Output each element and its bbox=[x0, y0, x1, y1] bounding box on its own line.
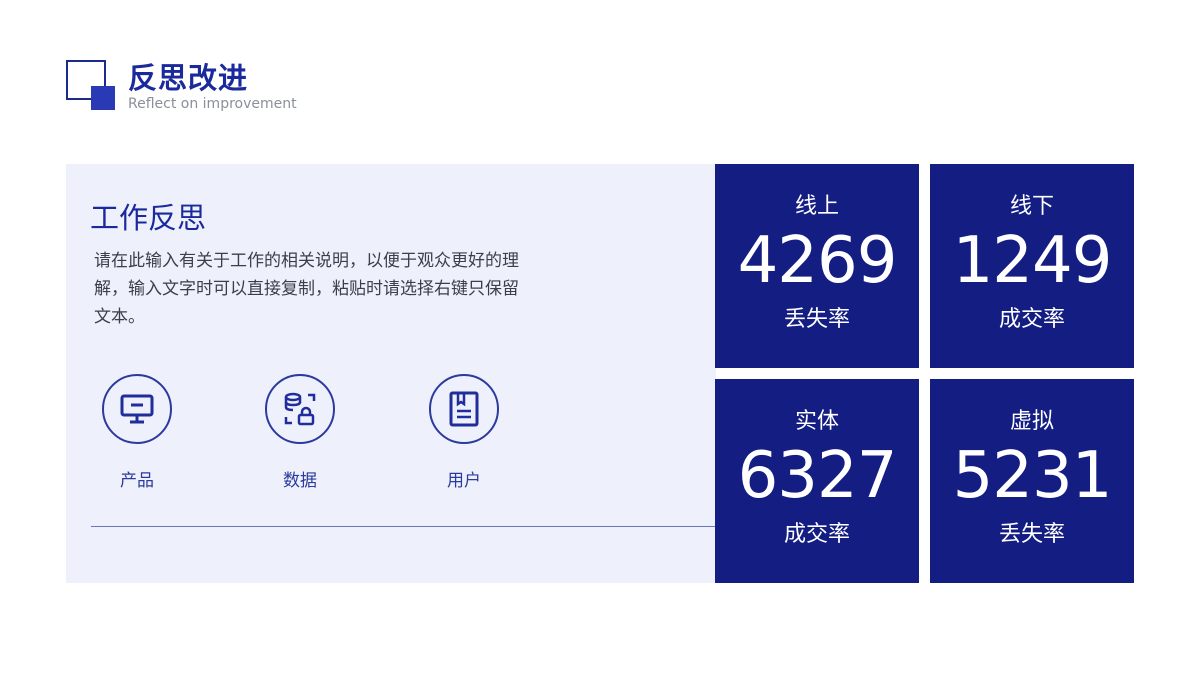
work-reflection-panel: 工作反思 请在此输入有关于工作的相关说明，以便于观众更好的理 解，输入文字时可以… bbox=[66, 164, 716, 583]
description-line: 解，输入文字时可以直接复制，粘贴时请选择右键只保留 bbox=[94, 279, 519, 299]
stat-value: 4269 bbox=[737, 224, 898, 298]
document-icon bbox=[429, 374, 499, 444]
feature-data[interactable]: 数据 bbox=[263, 374, 337, 491]
stat-tile-virtual: 虚拟 5231 丢失率 bbox=[930, 379, 1134, 583]
stat-metric: 丢失率 bbox=[998, 522, 1065, 547]
feature-label: 用户 bbox=[447, 471, 481, 491]
divider-line bbox=[91, 526, 716, 527]
feature-user[interactable]: 用户 bbox=[427, 374, 501, 491]
stat-category: 虚拟 bbox=[1009, 409, 1054, 434]
feature-product[interactable]: 产品 bbox=[100, 374, 174, 491]
stat-value: 1249 bbox=[952, 224, 1113, 298]
description-line: 文本。 bbox=[94, 307, 145, 327]
page-subtitle: Reflect on improvement bbox=[128, 96, 297, 112]
stat-metric: 丢失率 bbox=[783, 307, 850, 332]
database-lock-icon bbox=[265, 374, 335, 444]
page-title: 反思改进 bbox=[128, 61, 249, 95]
stat-metric: 成交率 bbox=[783, 522, 850, 547]
monitor-icon bbox=[102, 374, 172, 444]
stat-tile-offline: 线下 1249 成交率 bbox=[930, 164, 1134, 368]
stat-metric: 成交率 bbox=[998, 307, 1065, 332]
feature-label: 数据 bbox=[283, 471, 317, 491]
stat-tile-online: 线上 4269 丢失率 bbox=[715, 164, 919, 368]
description-line: 请在此输入有关于工作的相关说明，以便于观众更好的理 bbox=[94, 251, 519, 271]
logo-filled-square bbox=[91, 86, 115, 110]
stat-category: 线上 bbox=[794, 194, 839, 219]
stat-value: 5231 bbox=[952, 439, 1113, 513]
stat-value: 6327 bbox=[737, 439, 898, 513]
stat-category: 线下 bbox=[1009, 194, 1054, 219]
panel-description: 请在此输入有关于工作的相关说明，以便于观众更好的理 解，输入文字时可以直接复制，… bbox=[94, 247, 544, 331]
stat-category: 实体 bbox=[794, 409, 839, 434]
feature-label: 产品 bbox=[120, 471, 154, 491]
panel-title: 工作反思 bbox=[90, 201, 207, 235]
stat-tile-physical: 实体 6327 成交率 bbox=[715, 379, 919, 583]
